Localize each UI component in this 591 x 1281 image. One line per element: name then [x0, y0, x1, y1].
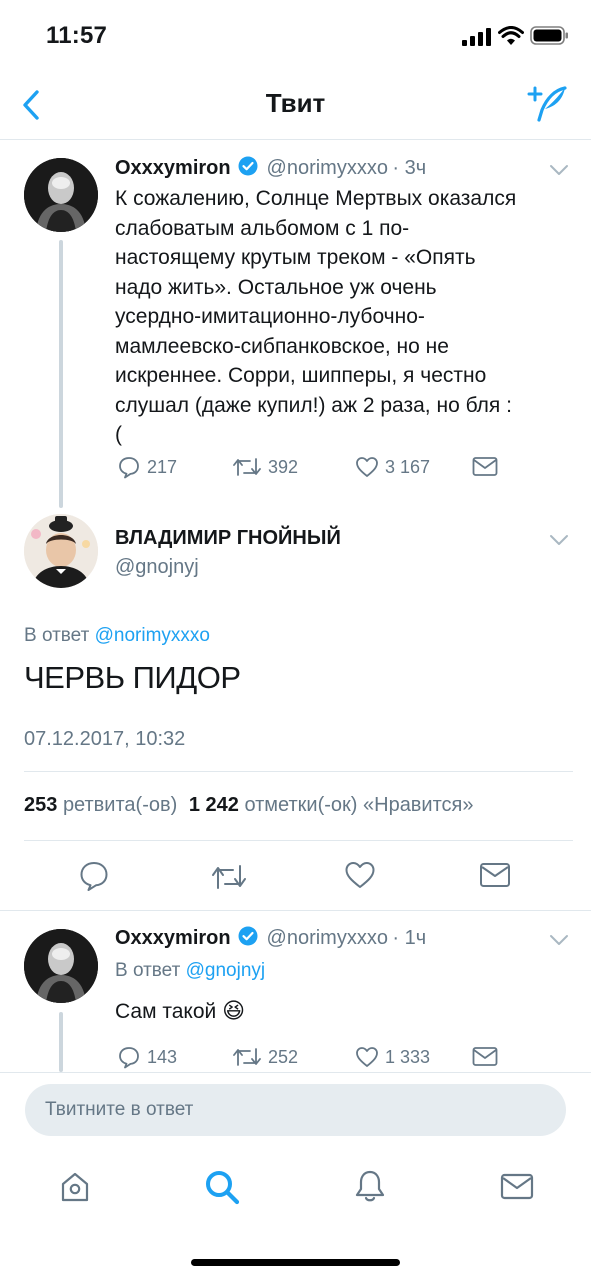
- reply-count: 217: [147, 456, 178, 477]
- cellular-signal-icon: [462, 28, 491, 46]
- retweet-action[interactable]: 392: [232, 455, 298, 479]
- page-title: Твит: [265, 88, 326, 118]
- like-action[interactable]: 3 167: [355, 455, 430, 479]
- reply-text: Сам такой: [115, 1000, 217, 1023]
- retweet-total-label[interactable]: ретвита(-ов): [63, 794, 177, 816]
- tweet-text-line: К сожалению, Солнце Мертвых оказался: [115, 187, 517, 210]
- like-action[interactable]: 1 333: [355, 1045, 430, 1069]
- retweet-total[interactable]: 253: [24, 794, 57, 816]
- heart-icon[interactable]: [344, 860, 376, 890]
- thread-line: [59, 240, 63, 508]
- like-total[interactable]: 1 242: [189, 794, 239, 816]
- tweet-time: · 1ч: [392, 927, 427, 949]
- reply-compose-placeholder: Твитните в ответ: [45, 1099, 194, 1120]
- notifications-bell-icon[interactable]: [353, 1168, 387, 1204]
- author-handle[interactable]: @gnojnyj: [115, 556, 199, 579]
- tweet-text: К сожалению, Солнце Мертвых оказался сла…: [115, 184, 575, 450]
- retweet-icon: [233, 458, 261, 476]
- reply-icon[interactable]: [78, 860, 110, 892]
- avatar-photo: [24, 514, 98, 588]
- direct-message-icon[interactable]: [472, 1046, 498, 1068]
- grinning-squinting-emoji: 😆: [222, 998, 246, 1023]
- divider: [24, 771, 573, 772]
- reply-prefix: В ответ: [24, 625, 90, 646]
- like-total-label[interactable]: отметки(-ок) «Нравится»: [244, 794, 473, 816]
- status-time: 11:57: [46, 22, 108, 49]
- author-handle[interactable]: @norimyxxxo: [267, 927, 388, 949]
- reply-to-link[interactable]: @gnojnyj: [186, 960, 266, 981]
- author-handle[interactable]: @norimyxxxo: [267, 157, 388, 179]
- chevron-down-icon[interactable]: [549, 933, 569, 947]
- tweet-text-line: слабоватым альбомом с 1 по-: [115, 216, 410, 240]
- author-name[interactable]: ВЛАДИМИР ГНОЙНЫЙ: [115, 527, 341, 550]
- heart-icon: [356, 1047, 378, 1067]
- tweet-text-line: искреннее. Сорри, шипперы, я честно: [115, 364, 487, 387]
- verified-badge-icon: [238, 926, 258, 946]
- chevron-down-icon[interactable]: [549, 163, 569, 177]
- avatar[interactable]: [24, 158, 98, 232]
- home-indicator[interactable]: [191, 1259, 400, 1266]
- tweet-text-line: мамлеевско-сибпанковское, но не: [115, 334, 449, 358]
- thread-line: [59, 1012, 63, 1072]
- tweet-timestamp: 07.12.2017, 10:32: [24, 728, 186, 750]
- retweet-count: 252: [268, 1046, 299, 1067]
- tweet-text-line: слушал (даже купил!) аж 2 раза, но бля :: [115, 393, 512, 417]
- author-name[interactable]: Oxxxymiron: [115, 157, 231, 179]
- tweet-text-line: надо жить». Остальное уж очень: [115, 275, 437, 299]
- divider: [0, 910, 591, 911]
- author-name[interactable]: Oxxxymiron: [115, 927, 231, 949]
- like-count: 3 167: [385, 456, 431, 477]
- tweet-text: Сам такой 😆: [115, 996, 245, 1027]
- tweet-header: Oxxxymiron @norimyxxxo · 3ч: [115, 156, 426, 180]
- tweet-header: Oxxxymiron @norimyxxxo · 1ч: [115, 926, 426, 950]
- reply-context: В ответ @norimyxxxo: [24, 625, 210, 647]
- wifi-icon: [498, 26, 524, 45]
- compose-tweet-icon[interactable]: [525, 84, 569, 124]
- main-tweet-text: ЧЕРВЬ ПИДОР: [24, 660, 241, 695]
- nav-divider: [0, 139, 591, 140]
- retweet-count: 392: [268, 456, 299, 477]
- reply-to-link[interactable]: @norimyxxxo: [95, 625, 210, 646]
- reply-prefix: В ответ: [115, 960, 181, 981]
- retweet-icon[interactable]: [210, 862, 248, 892]
- avatar-photo: [24, 158, 98, 232]
- divider: [24, 840, 573, 841]
- tweet-stats: 253 ретвита(-ов) 1 242 отметки(-ок) «Нра…: [24, 794, 474, 817]
- messages-envelope-icon[interactable]: [500, 1173, 534, 1201]
- reply-icon: [119, 457, 139, 479]
- battery-icon: [530, 26, 568, 45]
- direct-message-icon[interactable]: [472, 456, 498, 478]
- tweet-text-line: настоящему крутым треком - «Опять: [115, 246, 476, 269]
- avatar[interactable]: [24, 514, 98, 588]
- like-count: 1 333: [385, 1046, 431, 1067]
- search-icon[interactable]: [203, 1168, 241, 1206]
- chevron-down-icon[interactable]: [549, 533, 569, 547]
- avatar[interactable]: [24, 929, 98, 1003]
- reply-action[interactable]: 143: [117, 1045, 177, 1069]
- heart-icon: [356, 457, 378, 477]
- verified-badge-icon: [238, 156, 258, 176]
- reply-icon: [119, 1047, 139, 1069]
- avatar-photo: [24, 929, 98, 1003]
- tweet-time: · 3ч: [392, 157, 427, 179]
- reply-count: 143: [147, 1046, 178, 1067]
- home-icon[interactable]: [58, 1170, 92, 1204]
- reply-compose-field[interactable]: Твитните в ответ: [25, 1084, 566, 1136]
- direct-message-icon[interactable]: [479, 862, 511, 888]
- reply-action[interactable]: 217: [117, 455, 177, 479]
- reply-context: В ответ @gnojnyj: [115, 960, 265, 982]
- retweet-action[interactable]: 252: [232, 1045, 298, 1069]
- retweet-icon: [233, 1048, 261, 1066]
- tweet-text-line: (: [115, 423, 122, 446]
- tweet-text-line: усердно-имитационно-лубочно-: [115, 305, 425, 328]
